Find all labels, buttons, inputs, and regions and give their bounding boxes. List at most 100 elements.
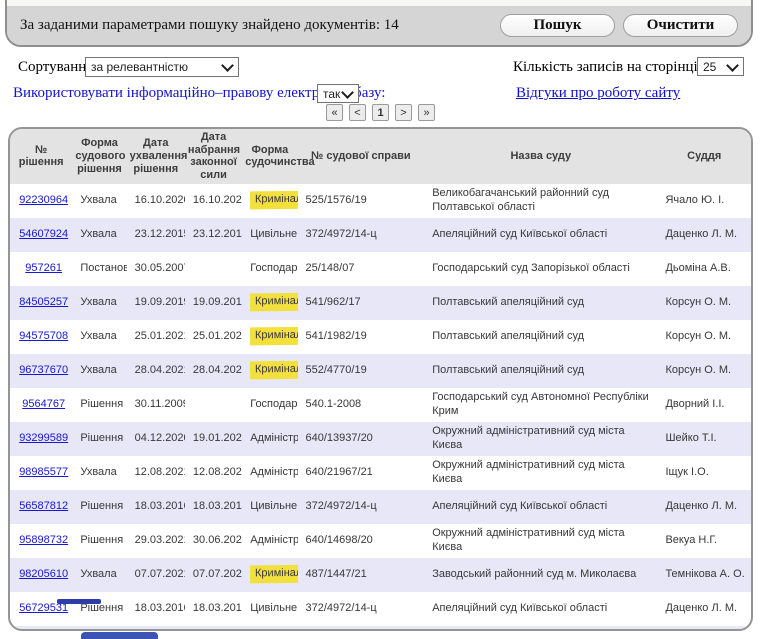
date-adopted-cell: 07.07.2021 — [127, 558, 185, 592]
judge-cell: Ячало Ю. І. — [657, 184, 751, 218]
highlight-marker: Кримінальне — [250, 327, 297, 346]
case-number-cell: 540.1-2008 — [298, 388, 425, 422]
proceeding-form-cell: Господарське — [242, 388, 297, 422]
date-effective-cell: 30.06.2021 — [185, 524, 242, 558]
decision-form-cell: Ухвала — [72, 626, 126, 631]
decision-number-cell: 56729531 — [10, 592, 72, 626]
highlight-marker: Кримінальне — [250, 293, 297, 312]
case-number-cell: 640/14698/20 — [298, 524, 425, 558]
results-table-panel: № рішенняФорма судового рішенняДата ухва… — [8, 127, 753, 631]
feedback-link[interactable]: Відгуки про роботу сайту — [516, 85, 680, 102]
court-name-cell: Великобагачанський районний суд Полтавсь… — [424, 184, 657, 218]
judge-cell: Дворний І.І. — [657, 388, 751, 422]
legal-base-select[interactable]: так — [317, 84, 359, 103]
date-adopted-cell: 12.08.2021 — [127, 456, 185, 490]
date-adopted-cell: 04.12.2020 — [127, 422, 185, 456]
judge-cell: Даценко Л. М. — [657, 592, 751, 626]
decision-link[interactable]: 84505257 — [19, 296, 68, 308]
case-number-cell: 25/148/07 — [298, 252, 425, 286]
case-number-cell: 640/21967/21 — [298, 456, 425, 490]
date-effective-cell: 23.12.2015 — [185, 218, 242, 252]
decision-link[interactable]: 56587812 — [19, 500, 68, 512]
decision-form-cell: Ухвала — [72, 354, 126, 388]
decision-form-cell: Рішення — [72, 524, 126, 558]
column-header: № судової справи — [298, 129, 425, 184]
judge-cell: Дьоміна А.В. — [657, 252, 751, 286]
decision-link[interactable]: 95898732 — [19, 534, 68, 546]
decision-link[interactable]: 54607924 — [19, 228, 68, 240]
table-row: 96737670Ухвала28.04.202128.04.2021Кримін… — [10, 354, 751, 388]
proceeding-form-cell: Кримінальне — [242, 184, 297, 218]
date-effective-cell: 25.01.2021 — [185, 320, 242, 354]
date-adopted-cell: 30.11.2009 — [127, 388, 185, 422]
proceeding-form-cell: Цивільне — [242, 218, 297, 252]
date-adopted-cell: 16.10.2020 — [127, 184, 185, 218]
pagination-next-button[interactable]: > — [395, 104, 412, 121]
pagination-page-1[interactable]: 1 — [372, 104, 389, 121]
decision-link[interactable]: 98985577 — [19, 466, 68, 478]
case-number-cell: 541/962/17 — [298, 286, 425, 320]
column-header: Суддя — [657, 129, 751, 184]
court-name-cell: Полтавський апеляційний суд — [424, 286, 657, 320]
court-name-cell: Окружний адміністративний суд міста Києв… — [424, 456, 657, 490]
decision-form-cell: Ухвала — [72, 184, 126, 218]
proceeding-form-cell: Кримінальне — [242, 626, 297, 631]
decision-link[interactable]: 94575708 — [19, 330, 68, 342]
decision-form-cell: Рішення — [72, 592, 126, 626]
search-button[interactable]: Пошук — [500, 14, 615, 37]
decision-link[interactable]: 92230964 — [19, 194, 68, 206]
decision-link[interactable]: 93299589 — [19, 432, 68, 444]
proceeding-form-cell: Кримінальне — [242, 558, 297, 592]
decision-link[interactable]: 98205610 — [19, 568, 68, 580]
court-name-cell: Заводський районний суд м. Миколаєва — [424, 558, 657, 592]
date-effective-cell: 28.04.2021 — [185, 354, 242, 388]
judge-cell: Корсун О. М. — [657, 286, 751, 320]
decision-form-cell: Ухвала — [72, 320, 126, 354]
decision-link[interactable]: 9564767 — [22, 398, 65, 410]
pagination-last-button[interactable]: » — [418, 104, 435, 121]
date-adopted-cell: 18.03.2016 — [127, 592, 185, 626]
sort-select-value: за релевантністю — [91, 60, 188, 74]
chevron-down-icon — [221, 59, 234, 72]
court-name-cell: Апеляційний суд Київської області — [424, 490, 657, 524]
date-effective-cell: 18.03.2016 — [185, 490, 242, 524]
judge-cell: Корсун О. М. — [657, 320, 751, 354]
table-row: 98985577Ухвала12.08.202112.08.2021Адміні… — [10, 456, 751, 490]
proceeding-form-cell: Адміністративне — [242, 524, 297, 558]
pagination-first-button[interactable]: « — [326, 104, 343, 121]
table-row: 54607924Ухвала23.12.201523.12.2015Цивіль… — [10, 218, 751, 252]
clear-button[interactable]: Очистити — [623, 14, 738, 37]
column-header: № рішення — [10, 129, 72, 184]
date-adopted-cell: 15.05.2019 — [127, 626, 185, 631]
date-effective-cell: 12.08.2021 — [185, 456, 242, 490]
court-name-cell: Апеляційний суд Київської області — [424, 592, 657, 626]
action-buttons: Пошук Очистити — [500, 14, 738, 37]
sort-select[interactable]: за релевантністю — [85, 57, 239, 77]
date-effective-cell — [185, 252, 242, 286]
cut-off-bottom-element — [81, 632, 158, 639]
proceeding-form-cell: Адміністративне — [242, 456, 297, 490]
court-name-cell: Київський апеляційний суд — [424, 626, 657, 631]
date-effective-cell — [185, 388, 242, 422]
case-number-cell: 487/1447/21 — [298, 558, 425, 592]
page-size-select-value: 25 — [703, 60, 716, 74]
decision-number-cell: 94575708 — [10, 320, 72, 354]
table-row: 92230964Ухвала16.10.202016.10.2020Кримін… — [10, 184, 751, 218]
proceeding-form-cell: Кримінальне — [242, 320, 297, 354]
date-adopted-cell: 19.09.2019 — [127, 286, 185, 320]
page-size-select[interactable]: 25 — [697, 57, 744, 76]
table-row: 81950013Ухвала15.05.201915.05.2019Кримін… — [10, 626, 751, 631]
judge-cell: Даценко Л. М. — [657, 218, 751, 252]
chevron-down-icon — [726, 59, 739, 72]
decision-number-cell: 54607924 — [10, 218, 72, 252]
decision-form-cell: Ухвала — [72, 558, 126, 592]
decision-form-cell: Постанова — [72, 252, 126, 286]
pagination-prev-button[interactable]: < — [349, 104, 366, 121]
table-row: 94575708Ухвала25.01.202125.01.2021Кримін… — [10, 320, 751, 354]
decision-form-cell: Ухвала — [72, 286, 126, 320]
decision-link[interactable]: 96737670 — [19, 364, 68, 376]
decision-link[interactable]: 957261 — [25, 262, 62, 274]
court-name-cell: Полтавський апеляційний суд — [424, 320, 657, 354]
court-name-cell: Окружний адміністративний суд міста Києв… — [424, 422, 657, 456]
table-row: 95898732Рішення29.03.202130.06.2021Адмін… — [10, 524, 751, 558]
